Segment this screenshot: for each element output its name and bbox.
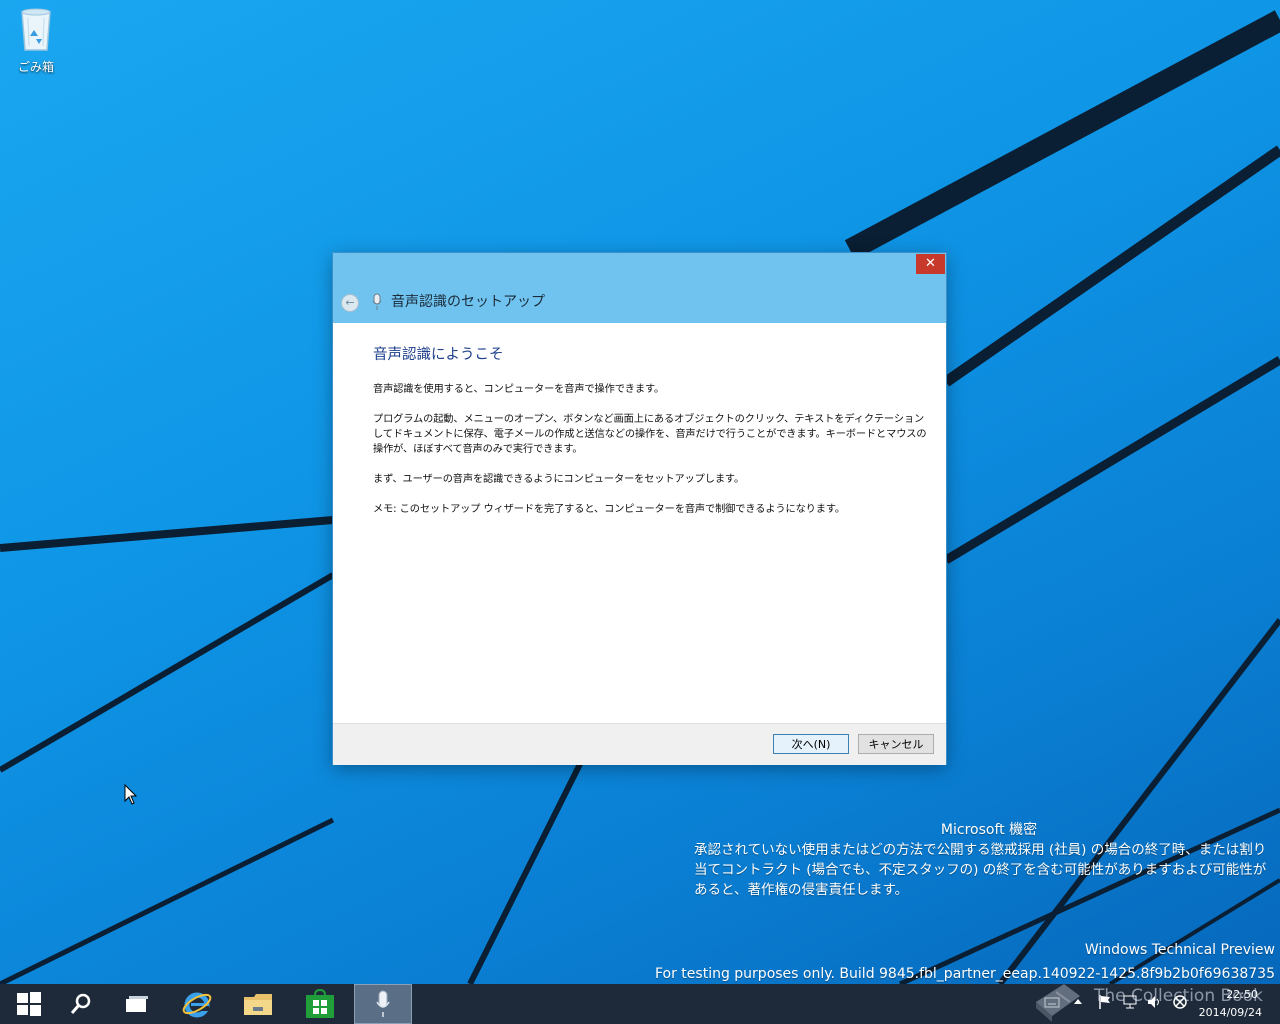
start-icon [17,992,41,1016]
build-string: For testing purposes only. Build 9845.fb… [654,966,1275,982]
book-logo-icon [1036,984,1080,1022]
start-button[interactable] [0,984,58,1024]
product-name: Windows Technical Preview [1084,942,1275,958]
task-view-icon [126,996,148,1012]
internet-explorer-icon [182,992,212,1018]
next-button[interactable]: 次へ(N) [773,734,849,754]
dialog-footer: 次へ(N) キャンセル [333,723,946,765]
dialog-title: 音声認識のセットアップ [391,294,545,310]
search-button[interactable] [52,984,110,1024]
welcome-heading: 音声認識にようこそ [373,347,504,363]
build-watermark: Windows Technical Preview For testing pu… [655,938,1275,984]
recycle-bin-icon [21,8,51,51]
recycle-bin[interactable]: ごみ箱 [12,6,60,75]
confidential-watermark: Microsoft 機密 承認されていない使用またはどの方法で公開する懲戒採用 … [694,820,1274,900]
internet-explorer-button[interactable] [168,984,226,1024]
description-paragraph: プログラムの起動、メニューのオープン、ボタンなど画面上にあるオブジェクトのクリッ… [373,414,927,455]
speech-recognition-taskbar-button[interactable] [354,984,412,1024]
file-explorer-button[interactable] [229,984,287,1024]
watermark-body: 承認されていない使用またはどの方法で公開する懲戒採用 (社員) の場合の終了時、… [694,842,1267,898]
search-icon [70,993,91,1014]
store-button[interactable] [291,984,349,1024]
task-view-button[interactable] [108,984,166,1024]
file-explorer-icon [244,994,272,1015]
cancel-button[interactable]: キャンセル [858,734,934,754]
back-button[interactable]: ← [341,294,359,312]
watermark-title: Microsoft 機密 [940,822,1038,838]
desktop: ごみ箱 Microsoft 機密 承認されていない使用またはどの方法で公開する懲… [0,0,1280,984]
note-paragraph: メモ: このセットアップ ウィザードを完了すると、コンピューターを音声で制御でき… [373,504,845,515]
collection-book-watermark: The Collection Book [1094,986,1263,1006]
close-button[interactable]: ✕ [916,254,945,274]
mouse-cursor-icon [124,784,138,805]
clock-date[interactable]: 2014/09/24 [1199,1006,1262,1019]
microphone-icon [376,990,390,1017]
store-icon [306,989,334,1018]
intro-paragraph: 音声認識を使用すると、コンピューターを音声で操作できます。 [373,384,665,395]
speech-setup-dialog: ✕ ← 音声認識のセットアップ 音声認識にようこそ 音声認識を使用すると、コンピ… [333,253,946,765]
microphone-icon [372,293,382,310]
dialog-titlebar: ✕ ← 音声認識のセットアップ [333,253,946,323]
setup-paragraph: まず、ユーザーの音声を認識できるようにコンピューターをセットアップします。 [373,474,745,485]
recycle-bin-label: ごみ箱 [17,60,54,74]
dialog-content: 音声認識にようこそ 音声認識を使用すると、コンピューターを音声で操作できます。 … [373,343,928,532]
